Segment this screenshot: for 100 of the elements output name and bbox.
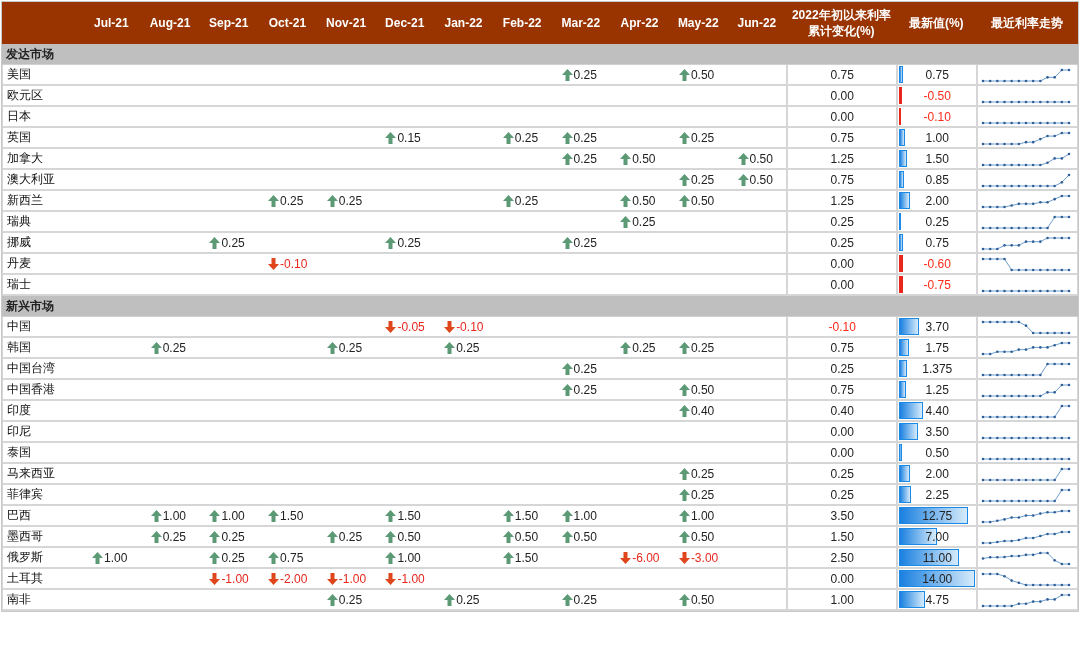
cumulative-change: 0.00 [786, 275, 897, 294]
rate-change-value: 0.25 [632, 214, 656, 229]
country-name: 土耳其 [2, 569, 82, 588]
rate-change-value: 0.25 [690, 487, 715, 502]
rate-change-value: -0.10 [280, 256, 308, 271]
rate-change-value: 0.25 [690, 172, 715, 187]
rate-change-value: 0.50 [397, 529, 421, 544]
country-name: 韩国 [2, 338, 82, 357]
country-name: 澳大利亚 [2, 170, 82, 189]
rate-change-value: 0.25 [221, 550, 245, 565]
rate-change-value: 0.50 [632, 151, 656, 166]
rate-change-value: 1.50 [514, 550, 539, 565]
rate-change-value: 0.50 [690, 67, 715, 82]
cumulative-change: 0.00 [786, 422, 897, 441]
section-title: 发达市场 [2, 44, 1078, 65]
cumulative-change: 0.25 [786, 359, 897, 378]
month-header: Mar-22 [560, 14, 602, 32]
country-name: 马来西亚 [2, 464, 82, 483]
cumulative-change: 1.25 [786, 191, 897, 210]
rate-change-value: 0.25 [573, 382, 597, 397]
latest-rate: 11.00 [922, 550, 952, 565]
rate-change-value: -3.00 [690, 550, 719, 565]
rate-change-value: 0.40 [690, 403, 715, 418]
rate-change-value: 0.25 [338, 529, 363, 544]
month-header: Feb-22 [501, 14, 543, 32]
trend-header: 最近利率走势 [990, 14, 1065, 32]
rate-change-value: 0.50 [690, 529, 715, 544]
rate-change-value: -1.00 [221, 571, 249, 586]
latest-rate: 0.25 [925, 214, 949, 229]
rate-change-value: -2.00 [280, 571, 308, 586]
cumulative-change: 0.00 [786, 443, 897, 462]
rate-change-value: 0.50 [749, 151, 773, 166]
rate-change-value: 0.25 [338, 592, 363, 607]
rate-change-value: -0.05 [397, 319, 425, 334]
latest-rate: 3.50 [925, 424, 949, 439]
latest-rate: 1.00 [925, 130, 949, 145]
rate-change-value: -6.00 [632, 550, 660, 565]
latest-rate: 1.75 [925, 340, 949, 355]
cumulative-change: 0.00 [786, 254, 897, 273]
rate-change-value: 1.00 [573, 508, 597, 523]
month-header: Oct-21 [267, 14, 308, 32]
month-header: May-22 [676, 14, 720, 32]
rate-change-value: 0.25 [338, 193, 363, 208]
rate-change-value: 0.15 [397, 130, 421, 145]
month-header: Jan-22 [443, 14, 484, 32]
rate-change-value: 0.25 [690, 130, 715, 145]
cumulative-change: 0.00 [786, 569, 897, 588]
country-name: 俄罗斯 [2, 548, 82, 567]
month-header: Sep-21 [208, 14, 250, 32]
cumulative-change: 3.50 [786, 506, 897, 525]
country-name: 印尼 [2, 422, 82, 441]
month-header: Aug-21 [148, 14, 192, 32]
cumulative-change: 1.00 [786, 590, 897, 609]
country-name: 中国 [2, 317, 82, 336]
rate-change-value: 0.25 [397, 235, 421, 250]
rate-change-value: 0.25 [514, 193, 539, 208]
rate-change-value: 1.00 [162, 508, 187, 523]
section-title: 新兴市场 [2, 296, 1078, 317]
rate-change-value: 0.25 [456, 340, 480, 355]
latest-rate: -0.75 [923, 277, 951, 292]
rate-change-value: 0.25 [162, 529, 187, 544]
rate-change-value: -0.10 [456, 319, 484, 334]
rate-change-value: -1.00 [338, 571, 367, 586]
cumulative-change: 0.00 [786, 86, 897, 105]
cumulative-change: 0.25 [786, 212, 897, 231]
country-name: 墨西哥 [2, 527, 82, 546]
rate-change-value: 0.75 [280, 550, 304, 565]
country-name: 英国 [2, 128, 82, 147]
change-header: 2022年初以来利率累计变化(%) [790, 6, 892, 40]
cumulative-change: 0.00 [786, 107, 897, 126]
cumulative-change: 0.75 [786, 128, 897, 147]
country-name: 日本 [2, 107, 82, 126]
cumulative-change: 0.40 [786, 401, 897, 420]
rate-change-value: 0.25 [573, 361, 597, 376]
cumulative-change: -0.10 [786, 317, 897, 336]
country-name: 菲律宾 [2, 485, 82, 504]
rate-change-value: 1.00 [104, 550, 128, 565]
latest-rate: 0.75 [925, 67, 949, 82]
country-name: 巴西 [2, 506, 82, 525]
country-name: 中国台湾 [2, 359, 82, 378]
latest-rate: 0.75 [925, 235, 949, 250]
latest-rate: 14.00 [922, 571, 953, 586]
latest-rate: 2.00 [925, 466, 949, 481]
rate-change-value: 0.25 [573, 235, 597, 250]
cumulative-change: 1.50 [786, 527, 897, 546]
rate-change-value: 0.50 [749, 172, 773, 187]
latest-rate: 1.25 [925, 382, 949, 397]
country-name: 印度 [2, 401, 82, 420]
month-header: Jun-22 [736, 14, 778, 32]
month-header: Jul-21 [93, 14, 130, 32]
latest-rate: 3.70 [925, 319, 949, 334]
cumulative-change: 0.75 [786, 170, 897, 189]
rate-change-value: -1.00 [397, 571, 425, 586]
rate-change-value: 0.25 [573, 130, 597, 145]
country-name: 美国 [2, 65, 82, 84]
latest-rate: 1.375 [922, 361, 953, 376]
latest-rate: 4.40 [925, 403, 949, 418]
rate-change-value: 0.50 [690, 193, 715, 208]
latest-rate: 0.85 [925, 172, 949, 187]
cumulative-change: 0.75 [786, 338, 897, 357]
